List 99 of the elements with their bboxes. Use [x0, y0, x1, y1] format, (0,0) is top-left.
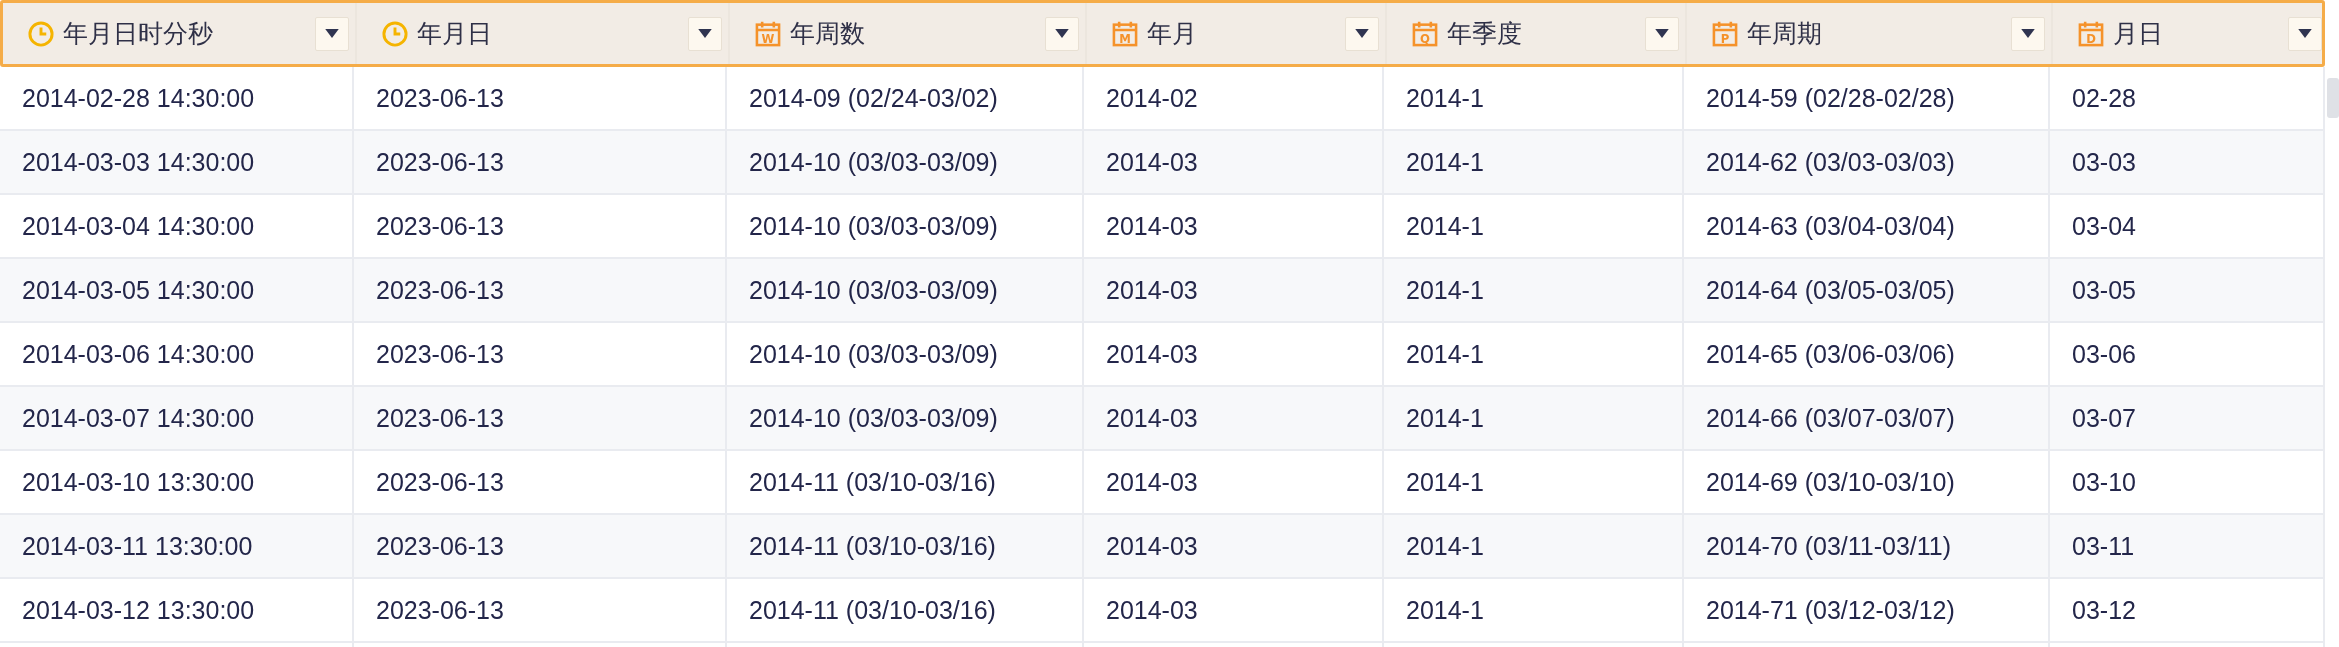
caret-icon — [2298, 29, 2312, 38]
table-cell: 2014-65 (03/06-03/06) — [1684, 323, 2050, 385]
table-cell: 2014-70 (03/11-03/11) — [1684, 515, 2050, 577]
table-cell: 2023-06-13 — [354, 195, 727, 257]
table-cell: 02-28 — [2050, 67, 2325, 129]
table-cell: 03-04 — [2050, 195, 2325, 257]
table-cell: 2023-06-13 — [354, 387, 727, 449]
table-cell: 2014-03-12 13:30:00 — [0, 579, 354, 641]
column-title: 月日 — [2113, 18, 2164, 50]
table-cell: 2014-10 (03/03-03/09) — [727, 323, 1084, 385]
table-cell: 03-03 — [2050, 131, 2325, 193]
table-cell: 2014-03 — [1084, 323, 1384, 385]
table-cell: 2014-03 — [1084, 131, 1384, 193]
column-title: 年月日时分秒 — [63, 18, 214, 50]
column-header[interactable]: 年月日时分秒 — [3, 3, 357, 64]
table-cell: 2023-06-13 — [354, 451, 727, 513]
calendar-icon: Q — [1411, 19, 1439, 48]
table-cell: 03-11 — [2050, 515, 2325, 577]
table-cell: 2023-06-13 — [354, 67, 727, 129]
table-cell: 2014-1 — [1384, 515, 1684, 577]
table-cell: 03-07 — [2050, 387, 2325, 449]
table-cell: 2014-1 — [1384, 451, 1684, 513]
column-title: 年周期 — [1747, 18, 1823, 50]
table-cell: 2023-06-13 — [354, 579, 727, 641]
dropdown-button[interactable] — [315, 16, 349, 51]
caret-icon — [2021, 29, 2035, 38]
table-cell: 2014-03 — [1084, 387, 1384, 449]
table-cell: 2014-1 — [1384, 131, 1684, 193]
table-cell: 2014-11 (03/10-03/16) — [727, 579, 1084, 641]
table-cell: 2014-66 (03/07-03/07) — [1684, 387, 2050, 449]
table-cell: 2023-06-13 — [354, 131, 727, 193]
table-cell: 2023-06-13 — [354, 259, 727, 321]
table-cell: 2014-10 (03/03-03/09) — [727, 387, 1084, 449]
table-cell: 2014-1 — [1384, 259, 1684, 321]
table-cell: 2014-10 (03/03-03/09) — [727, 131, 1084, 193]
table-cell: 2014-1 — [1384, 579, 1684, 641]
table-cell: 2014-03 — [1084, 579, 1384, 641]
table-cell: 2014-1 — [1384, 67, 1684, 129]
table-cell: 2023-06-13 — [354, 323, 727, 385]
table-cell: 2014-09 (02/24-03/02) — [727, 67, 1084, 129]
table-cell: 2014-03-05 14:30:00 — [0, 259, 354, 321]
table-cell: 2014-03 — [1084, 195, 1384, 257]
table-cell: 03-05 — [2050, 259, 2325, 321]
caret-icon — [1655, 29, 1669, 38]
caret-icon — [325, 29, 339, 38]
table-cell: 2014-03-10 13:30:00 — [0, 451, 354, 513]
column-header[interactable]: P 年周期 — [1687, 3, 2053, 64]
table-cell: 2014-03-06 14:30:00 — [0, 323, 354, 385]
column-header[interactable]: W 年周数 — [730, 3, 1087, 64]
column-title: 年季度 — [1447, 18, 1523, 50]
table-cell: 2014-02 — [1084, 67, 1384, 129]
table-cell: 2014-1 — [1384, 195, 1684, 257]
column-title: 年周数 — [790, 18, 866, 50]
table-cell: 2014-11 (03/10-03/16) — [727, 451, 1084, 513]
dropdown-button[interactable] — [1345, 16, 1379, 51]
calendar-icon: P — [1711, 19, 1739, 48]
table-cell: 2023-06-13 — [354, 515, 727, 577]
table-cell: 2014-03 — [1084, 515, 1384, 577]
caret-icon — [1355, 29, 1369, 38]
column-title: 年月 — [1147, 18, 1198, 50]
table-cell: 2014-69 (03/10-03/10) — [1684, 451, 2050, 513]
dropdown-button[interactable] — [1045, 16, 1079, 51]
caret-icon — [698, 29, 712, 38]
column-header[interactable]: M 年月 — [1087, 3, 1387, 64]
clock-icon — [27, 19, 55, 48]
table-cell: 2014-10 (03/03-03/09) — [727, 259, 1084, 321]
clock-icon — [381, 19, 409, 48]
dropdown-button[interactable] — [2288, 16, 2322, 51]
dropdown-button[interactable] — [2011, 16, 2045, 51]
table-cell: 2014-1 — [1384, 323, 1684, 385]
table-cell: 2014-02-28 14:30:00 — [0, 67, 354, 129]
column-title: 年月日 — [417, 18, 493, 50]
table-cell: 03-06 — [2050, 323, 2325, 385]
table-cell: 2014-03 — [1084, 451, 1384, 513]
table-cell: 2014-03-04 14:30:00 — [0, 195, 354, 257]
table-cell: 2014-03-03 14:30:00 — [0, 131, 354, 193]
table-cell: 2014-03-07 14:30:00 — [0, 387, 354, 449]
column-header[interactable]: Q 年季度 — [1387, 3, 1687, 64]
table-cell: 2014-03-11 13:30:00 — [0, 515, 354, 577]
table-cell: 2014-10 (03/03-03/09) — [727, 195, 1084, 257]
dropdown-button[interactable] — [1645, 16, 1679, 51]
calendar-icon: W — [754, 19, 782, 48]
table-cell: 2014-11 (03/10-03/16) — [727, 515, 1084, 577]
table-cell: 2014-64 (03/05-03/05) — [1684, 259, 2050, 321]
dropdown-button[interactable] — [688, 16, 722, 51]
table-cell: 2014-59 (02/28-02/28) — [1684, 67, 2050, 129]
scrollbar-thumb[interactable] — [2327, 78, 2339, 118]
calendar-icon: M — [1111, 19, 1139, 48]
calendar-icon: D — [2077, 19, 2105, 48]
caret-icon — [1055, 29, 1069, 38]
column-header[interactable]: 年月日 — [357, 3, 730, 64]
table-cell: 03-10 — [2050, 451, 2325, 513]
table-cell: 2014-71 (03/12-03/12) — [1684, 579, 2050, 641]
table-cell: 2014-1 — [1384, 387, 1684, 449]
table-cell: 2014-03 — [1084, 259, 1384, 321]
table-cell: 2014-62 (03/03-03/03) — [1684, 131, 2050, 193]
table-cell: 2014-63 (03/04-03/04) — [1684, 195, 2050, 257]
table-cell: 03-12 — [2050, 579, 2325, 641]
column-header[interactable]: D 月日 — [2053, 3, 2328, 64]
